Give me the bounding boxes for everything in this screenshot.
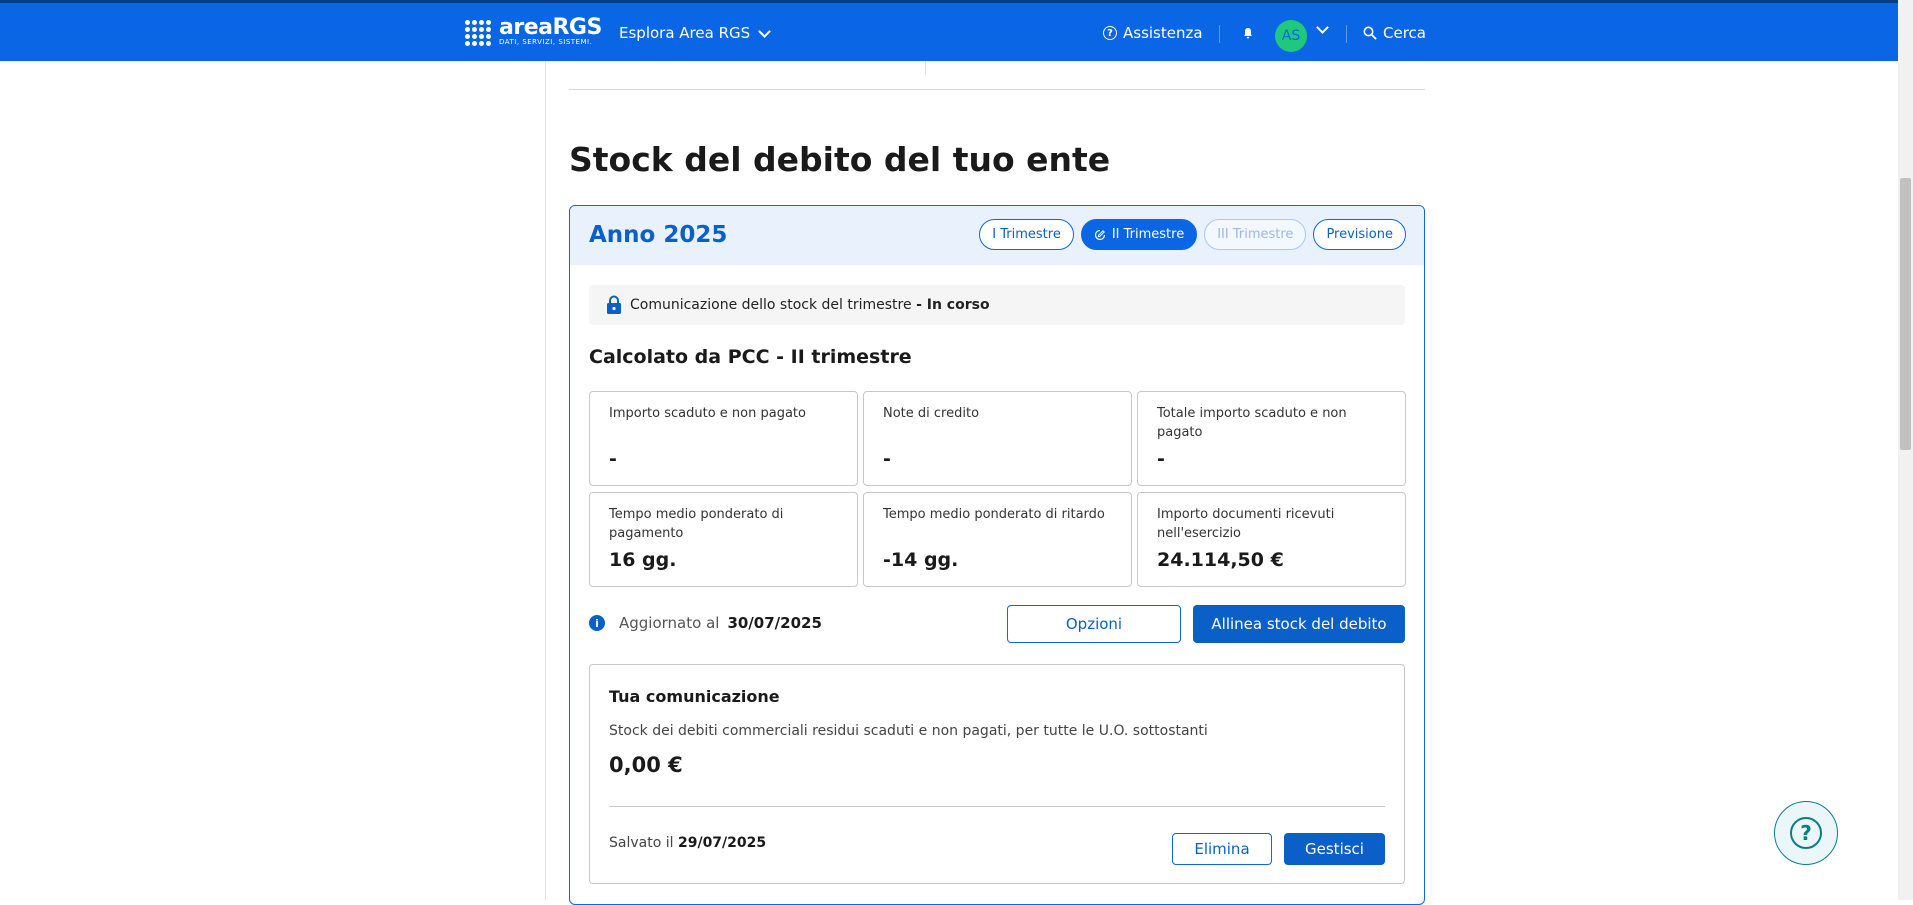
- help-label: Assistenza: [1123, 24, 1203, 42]
- page-title: Stock del debito del tuo ente: [569, 140, 1111, 179]
- options-button[interactable]: Opzioni: [1007, 605, 1181, 643]
- metric-label: Tempo medio ponderato di pagamento: [609, 507, 784, 541]
- question-circle-icon: ?: [1103, 26, 1117, 40]
- status-banner: Comunicazione dello stock del trimestre …: [589, 285, 1405, 325]
- quarter-tabs: I Trimestre II Trimestre III Trimestre P…: [979, 219, 1406, 250]
- manage-button[interactable]: Gestisci: [1284, 833, 1385, 865]
- avatar-initials: AS: [1281, 28, 1301, 44]
- metric-card: Importo scaduto e non pagato -: [589, 391, 858, 486]
- bell-icon[interactable]: [1242, 27, 1254, 39]
- search-icon: [1363, 26, 1377, 40]
- metric-value: -: [609, 448, 617, 470]
- search-button[interactable]: Cerca: [1363, 24, 1426, 42]
- metric-label: Totale importo scaduto e non pagato: [1157, 406, 1347, 440]
- metric-value: -: [883, 448, 891, 470]
- metric-card: Totale importo scaduto e non pagato -: [1137, 391, 1406, 486]
- page-scrollbar[interactable]: [1898, 0, 1913, 900]
- explore-menu-label: Esplora Area RGS: [619, 24, 751, 42]
- tab-second-quarter[interactable]: II Trimestre: [1080, 219, 1198, 250]
- metric-value: -14 gg.: [883, 549, 959, 571]
- status-state: - In corso: [916, 297, 990, 313]
- saved-info: Salvato il 29/07/2025: [609, 835, 766, 851]
- section-separator: [569, 89, 1425, 90]
- status-text: Comunicazione dello stock del trimestre: [630, 297, 912, 313]
- metric-label: Importo scaduto e non pagato: [609, 406, 806, 421]
- help-link[interactable]: ? Assistenza: [1103, 24, 1203, 42]
- communication-divider: [609, 806, 1385, 807]
- explore-menu-button[interactable]: Esplora Area RGS: [619, 24, 772, 42]
- communication-amount: 0,00 €: [609, 753, 683, 777]
- metric-value: 16 gg.: [609, 549, 677, 571]
- metric-card: Importo documenti ricevuti nell'esercizi…: [1137, 492, 1406, 587]
- user-avatar[interactable]: AS: [1275, 20, 1307, 52]
- user-menu-chevron-icon[interactable]: [1316, 21, 1329, 34]
- edit-circle-icon: [1094, 229, 1105, 240]
- question-icon: ?: [1790, 817, 1822, 849]
- help-floating-button[interactable]: ?: [1774, 801, 1838, 865]
- nav-divider: [1219, 25, 1220, 43]
- logo-tagline: DATI, SERVIZI, SISTEMI.: [499, 38, 593, 46]
- scrollbar-thumb[interactable]: [1900, 178, 1911, 450]
- lock-icon: [607, 295, 621, 314]
- content-border: [545, 61, 546, 900]
- arearg-logo[interactable]: areaRGS DATI, SERVIZI, SISTEMI.: [465, 15, 602, 47]
- metric-card: Note di credito -: [863, 391, 1132, 486]
- metric-label: Tempo medio ponderato di ritardo: [883, 507, 1105, 522]
- search-label: Cerca: [1383, 24, 1426, 42]
- delete-button[interactable]: Elimina: [1172, 833, 1272, 865]
- metric-card: Tempo medio ponderato di pagamento 16 gg…: [589, 492, 858, 587]
- saved-date: 29/07/2025: [677, 835, 767, 851]
- previous-section-divider: [925, 61, 926, 75]
- tab-third-quarter: III Trimestre: [1204, 219, 1307, 250]
- metric-card: Tempo medio ponderato di ritardo -14 gg.: [863, 492, 1132, 587]
- metric-label: Importo documenti ricevuti nell'esercizi…: [1157, 507, 1335, 541]
- communication-panel: Tua comunicazione Stock dei debiti comme…: [589, 664, 1405, 884]
- debt-stock-card: Anno 2025 I Trimestre II Trimestre III T…: [569, 205, 1425, 905]
- metric-value: 24.114,50 €: [1157, 549, 1284, 571]
- nav-divider: [1346, 25, 1347, 43]
- card-header: Anno 2025 I Trimestre II Trimestre III T…: [570, 206, 1424, 265]
- align-debt-stock-button[interactable]: Allinea stock del debito: [1193, 605, 1405, 643]
- year-title: Anno 2025: [589, 222, 728, 248]
- logo-wordmark: areaRGS: [499, 15, 602, 40]
- last-updated: i Aggiornato al 30/07/2025: [589, 614, 822, 632]
- updated-date: 30/07/2025: [727, 614, 822, 632]
- updated-label: Aggiornato al: [619, 614, 720, 632]
- top-navigation-bar: areaRGS DATI, SERVIZI, SISTEMI. Esplora …: [0, 0, 1898, 61]
- communication-title: Tua comunicazione: [609, 687, 780, 706]
- chevron-down-icon: [758, 24, 772, 38]
- communication-description: Stock dei debiti commerciali residui sca…: [609, 723, 1208, 739]
- tab-forecast[interactable]: Previsione: [1313, 219, 1406, 250]
- calculated-section-title: Calcolato da PCC - II trimestre: [589, 346, 912, 368]
- metric-value: -: [1157, 448, 1165, 470]
- metric-label: Note di credito: [883, 406, 980, 421]
- saved-label: Salvato il: [609, 835, 674, 851]
- logo-dots-icon: [465, 19, 491, 46]
- tab-first-quarter[interactable]: I Trimestre: [979, 219, 1074, 250]
- info-icon: i: [589, 615, 605, 631]
